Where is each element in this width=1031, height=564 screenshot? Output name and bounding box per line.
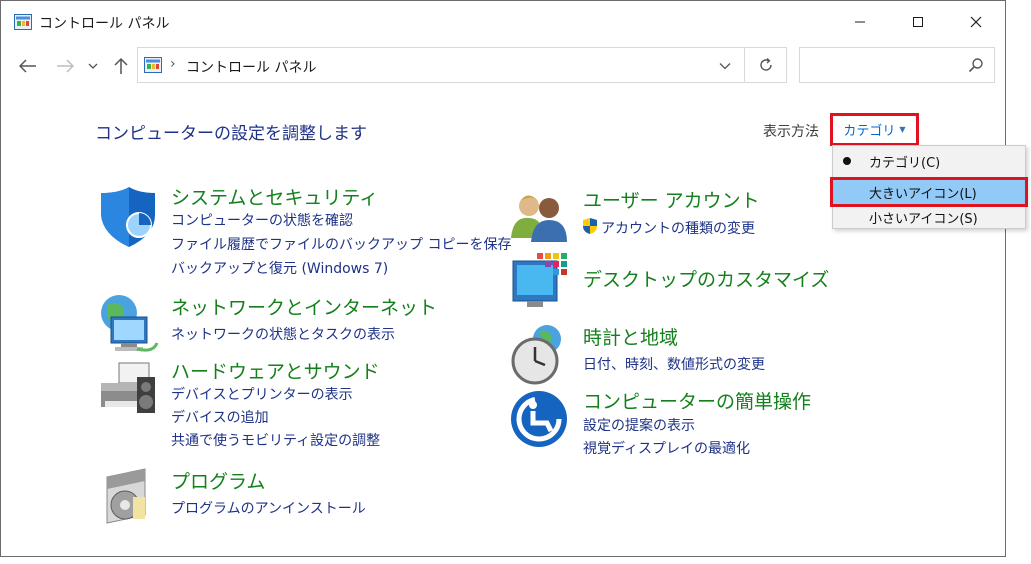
category-link[interactable]: アカウントの種類の変更: [601, 218, 755, 238]
title-bar: コントロール パネル: [1, 1, 1005, 43]
category-link[interactable]: デバイスの追加: [171, 407, 269, 427]
close-icon: [970, 16, 982, 28]
control-panel-window: コントロール パネル › コントロール パネル コンピューターの設定を調整します…: [0, 0, 1006, 557]
category-title[interactable]: コンピューターの簡単操作: [583, 387, 811, 414]
control-panel-icon: [144, 57, 162, 73]
category-link[interactable]: 設定の提案の表示: [583, 415, 695, 435]
menu-item-category[interactable]: カテゴリ(C): [833, 148, 1025, 174]
category-link[interactable]: プログラムのアンインストール: [171, 498, 366, 518]
chevron-down-icon: [88, 63, 98, 69]
category-title[interactable]: ハードウェアとサウンド: [171, 357, 380, 384]
control-panel-icon: [14, 14, 32, 30]
breadcrumb-separator: ›: [170, 56, 176, 72]
refresh-icon: [759, 57, 772, 71]
menu-item-small-icons[interactable]: 小さいアイコン(S): [833, 204, 1025, 230]
category-title[interactable]: プログラム: [171, 467, 265, 494]
forward-button[interactable]: [53, 53, 77, 79]
search-icon: [968, 58, 983, 73]
view-by-label: 表示方法: [763, 124, 819, 140]
caret-down-icon: ▼: [899, 125, 906, 134]
category-title[interactable]: 時計と地域: [583, 323, 678, 350]
category-title[interactable]: システムとセキュリティ: [171, 183, 378, 210]
breadcrumb-item[interactable]: コントロール パネル: [186, 57, 316, 77]
category-link[interactable]: デバイスとプリンターの表示: [171, 384, 353, 404]
desktop-customization-icon: [512, 253, 567, 307]
close-button[interactable]: [953, 1, 999, 43]
arrow-right-icon: [57, 59, 74, 73]
minimize-button[interactable]: [837, 1, 883, 43]
chevron-down-icon: [719, 63, 731, 70]
maximize-icon: [913, 17, 923, 27]
window-title: コントロール パネル: [39, 16, 170, 32]
category-link[interactable]: ネットワークの状態とタスクの表示: [171, 324, 395, 344]
category-link[interactable]: バックアップと復元 (Windows 7): [171, 258, 388, 278]
arrow-left-icon: [19, 59, 36, 73]
address-history-button[interactable]: [713, 56, 737, 76]
category-link[interactable]: コンピューターの状態を確認: [171, 210, 353, 230]
clock-icon: [511, 325, 561, 385]
maximize-button[interactable]: [895, 1, 941, 43]
recent-locations-button[interactable]: [85, 53, 101, 79]
users-icon: [511, 195, 567, 242]
category-title[interactable]: デスクトップのカスタマイズ: [583, 265, 829, 292]
view-by-value: カテゴリ: [843, 124, 896, 139]
selected-bullet-icon: [843, 157, 851, 165]
menu-item-large-icons[interactable]: 大きいアイコン(L): [830, 177, 1028, 207]
view-by-menu: カテゴリ(C) 大きいアイコン(L) 小さいアイコン(S): [830, 145, 1028, 230]
category-title[interactable]: ユーザー アカウント: [583, 186, 760, 213]
ease-of-access-icon: [511, 391, 567, 447]
minimize-icon: [855, 21, 865, 23]
category-link[interactable]: 視覚ディスプレイの最適化: [583, 438, 750, 458]
arrow-up-icon: [114, 57, 128, 74]
category-link[interactable]: 日付、時刻、数値形式の変更: [583, 354, 765, 374]
search-input[interactable]: [799, 47, 995, 83]
uac-shield-icon: [583, 218, 597, 234]
page-title: コンピューターの設定を調整します: [95, 124, 367, 144]
view-by-dropdown[interactable]: カテゴリ ▼: [830, 113, 919, 146]
shield-icon: [101, 187, 155, 247]
refresh-button[interactable]: [745, 47, 787, 83]
programs-icon: [106, 468, 146, 524]
network-icon: [101, 295, 159, 352]
up-button[interactable]: [109, 53, 133, 79]
category-title[interactable]: ネットワークとインターネット: [171, 293, 437, 320]
address-bar[interactable]: › コントロール パネル: [137, 47, 745, 83]
back-button[interactable]: [16, 53, 40, 79]
category-link[interactable]: ファイル履歴でファイルのバックアップ コピーを保存: [171, 234, 511, 254]
printer-icon: [101, 362, 155, 413]
category-link[interactable]: 共通で使うモビリティ設定の調整: [171, 430, 380, 450]
